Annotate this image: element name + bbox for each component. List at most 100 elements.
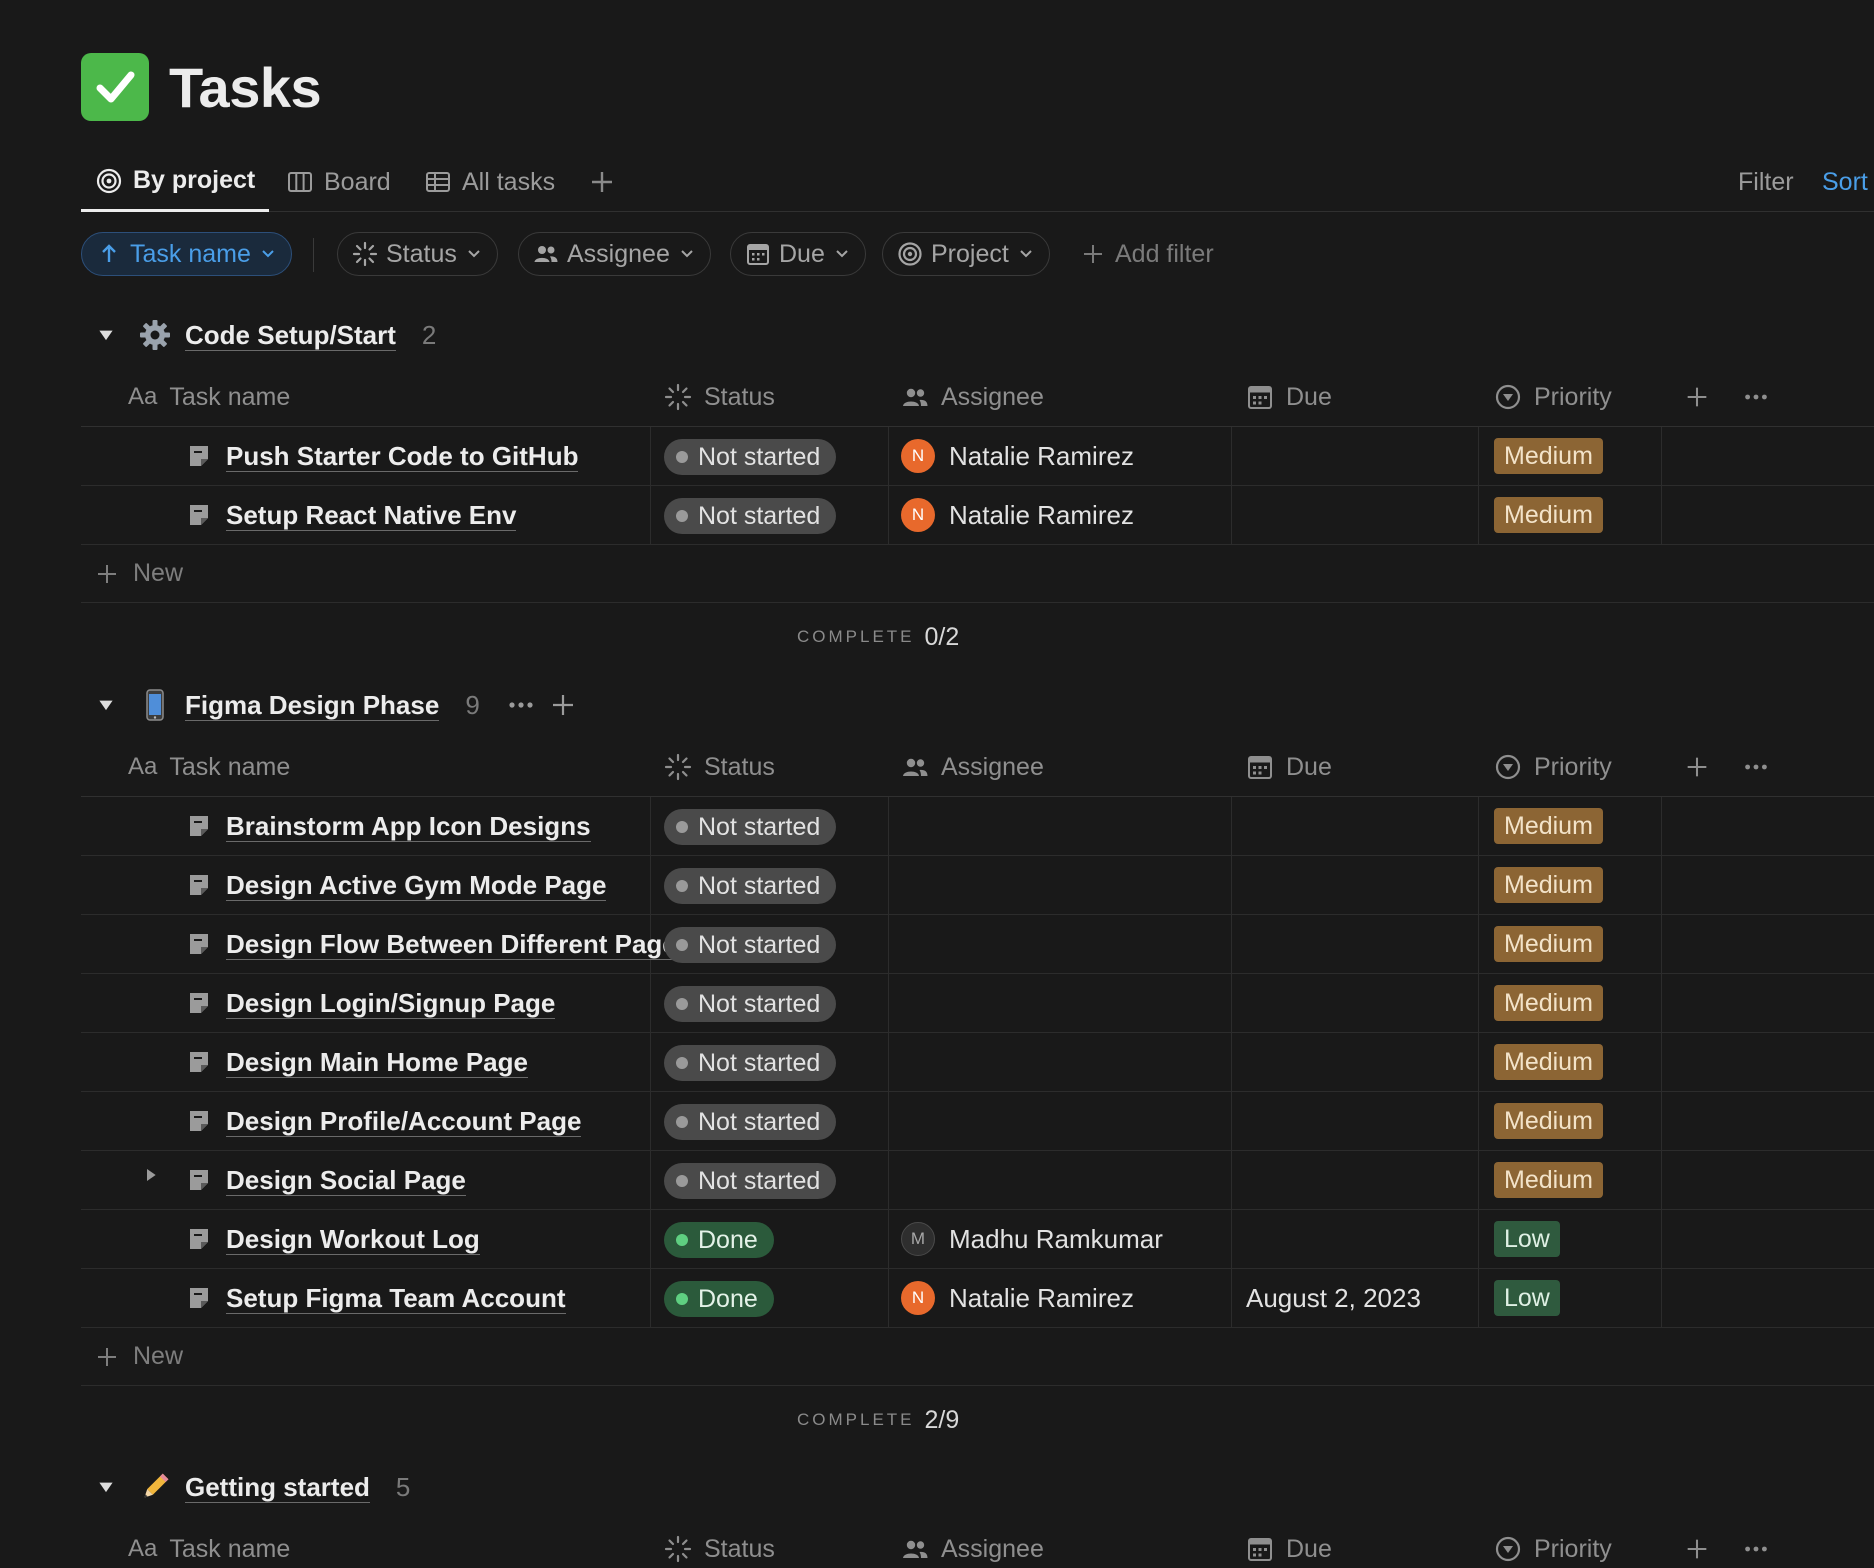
table-row[interactable]: Design Flow Between Different Pages Not s… [81,915,1874,974]
status-badge[interactable]: Not started [664,809,837,845]
task-name-cell[interactable]: Design Profile/Account Page [186,1092,582,1150]
priority-badge[interactable]: Medium [1494,808,1603,844]
column-header-status[interactable]: Status [664,367,775,427]
expand-subtasks-icon[interactable] [141,1165,171,1195]
column-header-assignee[interactable]: Assignee [901,737,1044,797]
assignee-cell[interactable]: M Madhu Ramkumar [901,1210,1163,1268]
assignee-cell[interactable]: N Natalie Ramirez [901,486,1134,544]
status-badge[interactable]: Not started [664,439,837,475]
new-task-button[interactable]: New [81,1328,1874,1386]
project-filter-chip[interactable]: Project [882,232,1050,276]
column-header-due[interactable]: Due [1246,1519,1332,1568]
status-badge[interactable]: Not started [664,1045,837,1081]
task-name-cell[interactable]: Design Workout Log [186,1210,480,1268]
priority-badge[interactable]: Medium [1494,985,1603,1021]
task-name[interactable]: Push Starter Code to GitHub [226,441,579,472]
assignee-cell[interactable]: N Natalie Ramirez [901,427,1134,485]
column-header-status[interactable]: Status [664,1519,775,1568]
more-options-icon[interactable] [1742,1519,1770,1568]
add-property-plus-icon[interactable] [1683,367,1711,427]
column-header-assignee[interactable]: Assignee [901,1519,1044,1568]
add-property-plus-icon[interactable] [1683,1519,1711,1568]
page-title[interactable]: Tasks [169,55,322,120]
status-badge[interactable]: Done [664,1281,774,1317]
column-header-priority[interactable]: Priority [1494,1519,1612,1568]
task-name[interactable]: Design Workout Log [226,1224,480,1255]
task-name[interactable]: Setup React Native Env [226,500,517,531]
add-view-plus-icon[interactable] [586,166,618,198]
more-options-icon[interactable] [506,690,536,720]
due-date[interactable]: August 2, 2023 [1246,1269,1421,1327]
task-name-cell[interactable]: Design Flow Between Different Pages [186,915,692,973]
more-options-icon[interactable] [1742,367,1770,427]
column-header-status[interactable]: Status [664,737,775,797]
assignee-cell[interactable]: N Natalie Ramirez [901,1269,1134,1327]
due-filter-chip[interactable]: Due [730,232,866,276]
task-name-cell[interactable]: Design Main Home Page [186,1033,528,1091]
task-name[interactable]: Design Active Gym Mode Page [226,870,607,901]
status-badge[interactable]: Not started [664,1104,837,1140]
check-mark-icon[interactable] [81,53,149,121]
column-header-task-name[interactable]: Aa Task name [128,367,290,427]
task-name[interactable]: Design Main Home Page [226,1047,528,1078]
priority-badge[interactable]: Medium [1494,867,1603,903]
column-header-assignee[interactable]: Assignee [901,367,1044,427]
task-name[interactable]: Setup Figma Team Account [226,1283,566,1314]
add-filter-button[interactable]: Add filter [1081,232,1214,276]
more-options-icon[interactable] [1742,737,1770,797]
table-row[interactable]: Design Active Gym Mode Page Not started Me… [81,856,1874,915]
assignee-filter-chip[interactable]: Assignee [518,232,711,276]
table-row[interactable]: Design Social Page Not started Medium [81,1151,1874,1210]
status-badge[interactable]: Done [664,1222,774,1258]
task-name-cell[interactable]: Design Login/Signup Page [186,974,556,1032]
add-property-plus-icon[interactable] [1683,737,1711,797]
priority-badge[interactable]: Medium [1494,926,1603,962]
task-name-cell[interactable]: Push Starter Code to GitHub [186,427,579,485]
task-name-cell[interactable]: Setup Figma Team Account [186,1269,566,1327]
status-badge[interactable]: Not started [664,1163,837,1199]
table-row[interactable]: Design Main Home Page Not started Medium [81,1033,1874,1092]
status-badge[interactable]: Not started [664,986,837,1022]
status-badge[interactable]: Not started [664,498,837,534]
table-row[interactable]: Design Login/Signup Page Not started Mediu… [81,974,1874,1033]
table-row[interactable]: Brainstorm App Icon Designs Not started Me… [81,797,1874,856]
task-name-cell[interactable]: Brainstorm App Icon Designs [186,797,591,855]
task-name-cell[interactable]: Setup React Native Env [186,486,517,544]
status-badge[interactable]: Not started [664,868,837,904]
task-name[interactable]: Brainstorm App Icon Designs [226,811,591,842]
tab-board[interactable]: Board [286,152,391,212]
priority-badge[interactable]: Medium [1494,438,1603,474]
priority-badge[interactable]: Medium [1494,1162,1603,1198]
priority-badge[interactable]: Medium [1494,1044,1603,1080]
group-name[interactable]: Code Setup/Start [185,320,396,351]
priority-badge[interactable]: Low [1494,1280,1560,1316]
column-header-due[interactable]: Due [1246,367,1332,427]
column-header-task-name[interactable]: Aa Task name [128,737,290,797]
filter-button[interactable]: Filter [1738,152,1794,212]
table-row[interactable]: Design Profile/Account Page Not started Me… [81,1092,1874,1151]
tab-all-tasks[interactable]: All tasks [424,152,555,212]
status-badge[interactable]: Not started [664,927,837,963]
task-name[interactable]: Design Login/Signup Page [226,988,556,1019]
collapse-toggle-icon[interactable] [91,1472,121,1502]
column-header-due[interactable]: Due [1246,737,1332,797]
sort-button[interactable]: Sort [1822,152,1868,212]
task-name-cell[interactable]: Design Social Page [186,1151,466,1209]
tab-by-project[interactable]: By project [81,152,270,212]
column-header-priority[interactable]: Priority [1494,737,1612,797]
group-name[interactable]: Figma Design Phase [185,690,440,721]
task-name-cell[interactable]: Design Active Gym Mode Page [186,856,607,914]
task-name[interactable]: Design Social Page [226,1165,466,1196]
priority-badge[interactable]: Medium [1494,1103,1603,1139]
column-header-task-name[interactable]: Aa Task name [128,1519,290,1568]
status-filter-chip[interactable]: Status [337,232,498,276]
new-task-button[interactable]: New [81,545,1874,603]
group-name[interactable]: Getting started [185,1472,370,1503]
table-row[interactable]: Design Workout Log Done M Madhu Ramkumar Low [81,1210,1874,1269]
table-row[interactable]: Setup React Native Env Not started N Natali… [81,486,1874,545]
column-header-priority[interactable]: Priority [1494,367,1612,427]
collapse-toggle-icon[interactable] [91,690,121,720]
task-name[interactable]: Design Flow Between Different Pages [226,929,692,960]
sort-chip-task-name[interactable]: Task name [81,232,292,276]
table-row[interactable]: Setup Figma Team Account Done N Natalie Ram… [81,1269,1874,1328]
